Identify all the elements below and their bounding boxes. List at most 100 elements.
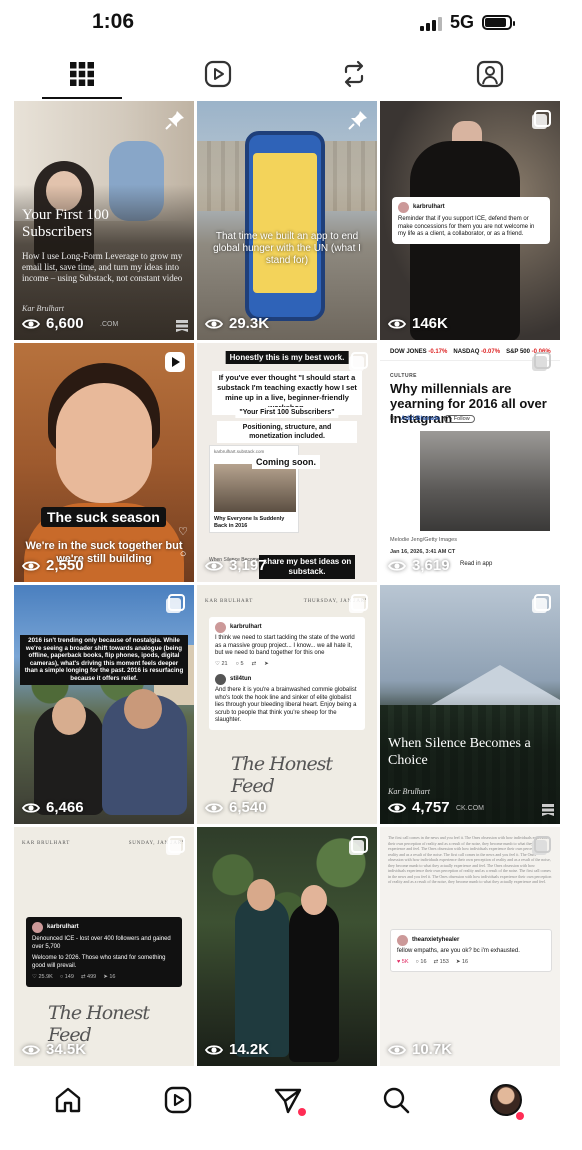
- carousel-icon: [349, 352, 368, 371]
- overlay-text: share my best ideas on substack.: [259, 555, 355, 579]
- clock: 1:06: [92, 10, 135, 33]
- eye-icon: [22, 560, 40, 571]
- tab-reposts[interactable]: [314, 52, 394, 96]
- avatar: [398, 202, 409, 213]
- overlay-text: Coming soon.: [252, 455, 320, 469]
- article-domain: CK.COM: [456, 805, 484, 812]
- view-count: 6,466: [22, 799, 84, 816]
- article-date: Jan 16, 2026, 3:41 AM CT: [390, 549, 456, 555]
- reels-icon: [164, 1086, 192, 1114]
- nav-home[interactable]: [48, 1080, 88, 1120]
- carousel-icon: [532, 836, 551, 855]
- read-in-app: Read in app: [460, 561, 493, 567]
- post-tile[interactable]: That time we built an app to end global …: [197, 101, 377, 340]
- eye-icon: [388, 802, 406, 813]
- carousel-icon: [532, 594, 551, 613]
- reels-icon: [204, 60, 232, 88]
- status-indicators: 5G: [419, 12, 515, 33]
- article-title: When Silence Becomes a Choice: [388, 736, 531, 768]
- view-count: 10.7K: [388, 1041, 452, 1058]
- eye-icon: [388, 318, 406, 329]
- article-photo: [420, 431, 550, 531]
- newsletter-header: KAR BRULHART THURSDAY, JANUARY: [205, 599, 369, 604]
- article-title: Your First 100 Subscribers: [22, 207, 109, 240]
- photo-credit: Melodie Jeng/Getty Images: [390, 537, 457, 543]
- eye-icon: [388, 1044, 406, 1055]
- view-count: 6,540: [205, 799, 267, 816]
- tab-reels[interactable]: [178, 52, 258, 96]
- network-label: 5G: [449, 12, 474, 32]
- post-tile[interactable]: DOW JONES -0.17% NASDAQ -0.07% S&P 500 -…: [380, 343, 560, 582]
- carousel-icon: [349, 594, 368, 613]
- view-count: 3,197: [205, 557, 267, 574]
- post-tile[interactable]: karbrulhart Reminder that if you support…: [380, 101, 560, 340]
- signature: The Honest Feed: [48, 1002, 150, 1046]
- status-bar: 1:06 5G: [0, 0, 582, 48]
- follow-button: + Follow: [444, 415, 475, 423]
- notification-dot: [298, 1108, 306, 1116]
- post-tile[interactable]: Your First 100 Subscribers How I use Lon…: [14, 101, 194, 340]
- tweet-card: theanxietyhealer fellow empaths, are you…: [390, 929, 552, 972]
- avatar: [490, 1084, 522, 1116]
- repost-icon: [344, 60, 364, 88]
- nav-search[interactable]: [376, 1080, 416, 1120]
- tab-grid[interactable]: [42, 52, 122, 96]
- post-tile[interactable]: 14.2K: [197, 827, 377, 1066]
- post-tile[interactable]: When Silence Becomes a Choice Kar Brulha…: [380, 585, 560, 824]
- view-count: 2,550: [22, 557, 84, 574]
- view-count: 14.2K: [205, 1041, 269, 1058]
- post-tile[interactable]: KAR BRULHART SUNDAY, JANUARY karbrulhart…: [14, 827, 194, 1066]
- view-count: 29.3K: [205, 315, 269, 332]
- nav-reels[interactable]: [158, 1080, 198, 1120]
- reel-icon: [165, 352, 185, 372]
- comment-icon: ○: [179, 548, 187, 560]
- eye-icon: [205, 560, 223, 571]
- nav-messages[interactable]: [268, 1080, 308, 1120]
- byline: By Aditi Bharade + Follow: [390, 415, 475, 423]
- signature: The Honest Feed: [231, 753, 333, 797]
- avatar: [215, 674, 226, 685]
- post-grid: Your First 100 Subscribers How I use Lon…: [14, 101, 560, 1066]
- tagged-icon: [476, 60, 504, 88]
- pin-icon: [165, 111, 184, 130]
- post-tile[interactable]: 2016 isn't trending only because of nost…: [14, 585, 194, 824]
- tweet-card: karbrulhart Reminder that if you support…: [392, 197, 550, 244]
- post-tile[interactable]: The first call comes in the news and you…: [380, 827, 560, 1066]
- carousel-icon: [532, 110, 551, 129]
- signal-icon: [419, 15, 442, 31]
- eye-icon: [22, 318, 40, 329]
- avatar: [215, 622, 226, 633]
- post-caption: That time we built an app to end global …: [213, 231, 361, 266]
- eye-icon: [22, 802, 40, 813]
- nav-profile[interactable]: [486, 1080, 526, 1120]
- home-icon: [55, 1087, 81, 1113]
- article-icon: [542, 804, 554, 816]
- article-domain: .COM: [100, 321, 119, 328]
- post-tile[interactable]: KAR BRULHART THURSDAY, JANUARY karbrulha…: [197, 585, 377, 824]
- view-count: 3,619: [388, 557, 450, 574]
- tweet-card: karbrulhart Denounced ICE - lost over 40…: [26, 917, 182, 987]
- view-count: 34.5K: [22, 1041, 86, 1058]
- reel-label: The suck season: [41, 507, 166, 527]
- eye-icon: [22, 1044, 40, 1055]
- reel-side-actions: ♡ ○: [178, 521, 188, 565]
- overlay-text: 2016 isn't trending only because of nost…: [20, 635, 188, 685]
- article-description: How I use Long-Form Leverage to grow my …: [22, 251, 183, 283]
- eye-icon: [388, 560, 406, 571]
- search-icon: [383, 1087, 410, 1114]
- avatar: [397, 935, 408, 946]
- bottom-nav: [0, 1066, 582, 1150]
- carousel-icon: [166, 594, 185, 613]
- avatar: [32, 922, 43, 933]
- article-author: Kar Brulhart: [388, 787, 431, 796]
- post-tile[interactable]: Honestly this is my best work. If you've…: [197, 343, 377, 582]
- tab-tagged[interactable]: [450, 52, 530, 96]
- view-count: 146K: [388, 315, 448, 332]
- carousel-icon: [166, 836, 185, 855]
- battery-icon: [482, 15, 515, 30]
- profile-tabs: [0, 52, 582, 100]
- newsletter-header: KAR BRULHART SUNDAY, JANUARY: [22, 841, 186, 846]
- pin-icon: [348, 111, 367, 130]
- post-tile[interactable]: The suck season We're in the suck togeth…: [14, 343, 194, 582]
- section-label: CULTURE: [390, 373, 418, 379]
